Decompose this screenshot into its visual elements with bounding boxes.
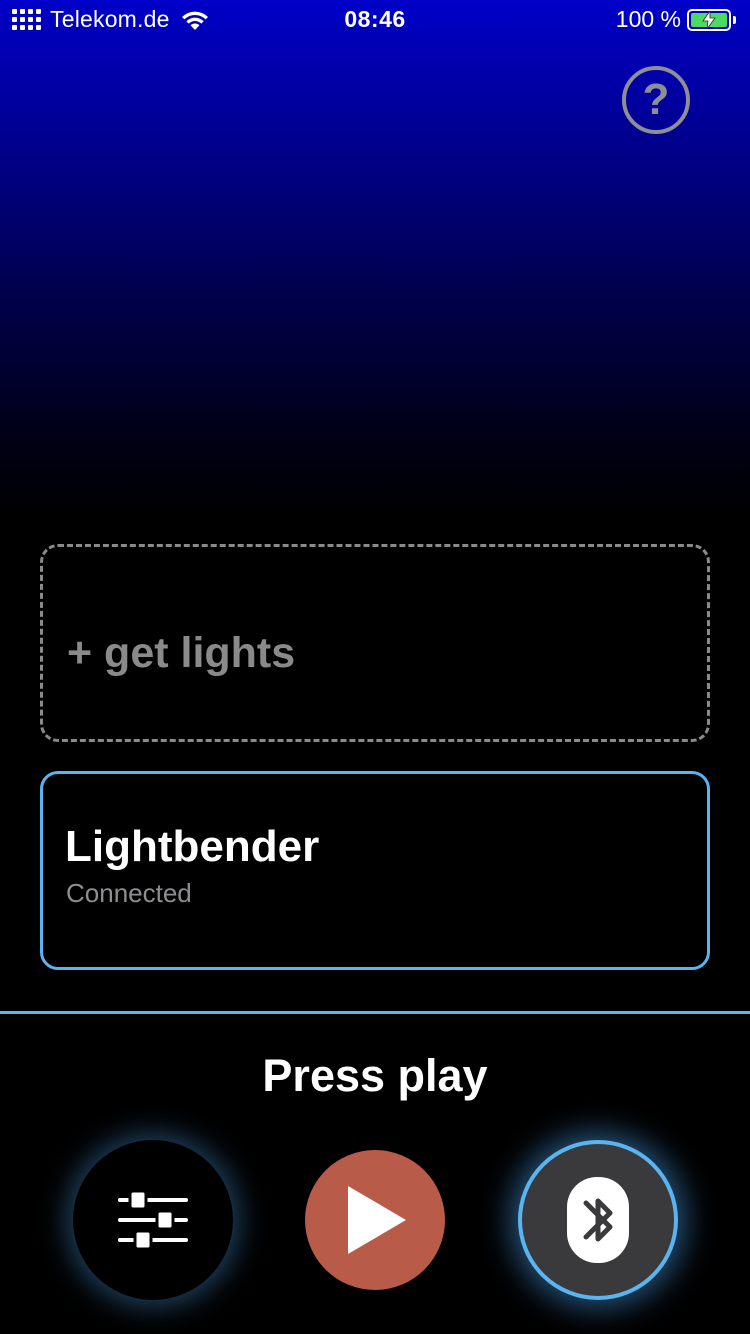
battery-icon: [687, 8, 731, 31]
question-mark-icon: ?: [642, 75, 670, 124]
divider: [0, 1011, 750, 1014]
get-lights-label: + get lights: [67, 629, 296, 677]
status-bar: Telekom.de 08:46 100 %: [0, 0, 750, 40]
bluetooth-icon: [567, 1177, 629, 1263]
battery-percent: 100 %: [615, 6, 681, 32]
play-icon: [348, 1186, 406, 1254]
play-button[interactable]: [305, 1150, 445, 1290]
status-right: 100 %: [616, 6, 736, 33]
charging-bolt-icon: [702, 10, 716, 29]
device-status: Connected: [66, 878, 192, 908]
app-screen: Telekom.de 08:46 100 % ? + get lights Li…: [0, 0, 750, 1334]
device-card[interactable]: Lightbender Connected: [40, 771, 710, 970]
bluetooth-button[interactable]: [518, 1140, 678, 1300]
settings-button[interactable]: [73, 1140, 233, 1300]
press-play-prompt: Press play: [262, 1050, 488, 1101]
device-name: Lightbender: [65, 822, 320, 871]
sliders-icon: [118, 1189, 188, 1251]
battery-cap: [733, 15, 736, 24]
help-button[interactable]: ?: [622, 66, 690, 134]
get-lights-button[interactable]: + get lights: [40, 544, 710, 742]
